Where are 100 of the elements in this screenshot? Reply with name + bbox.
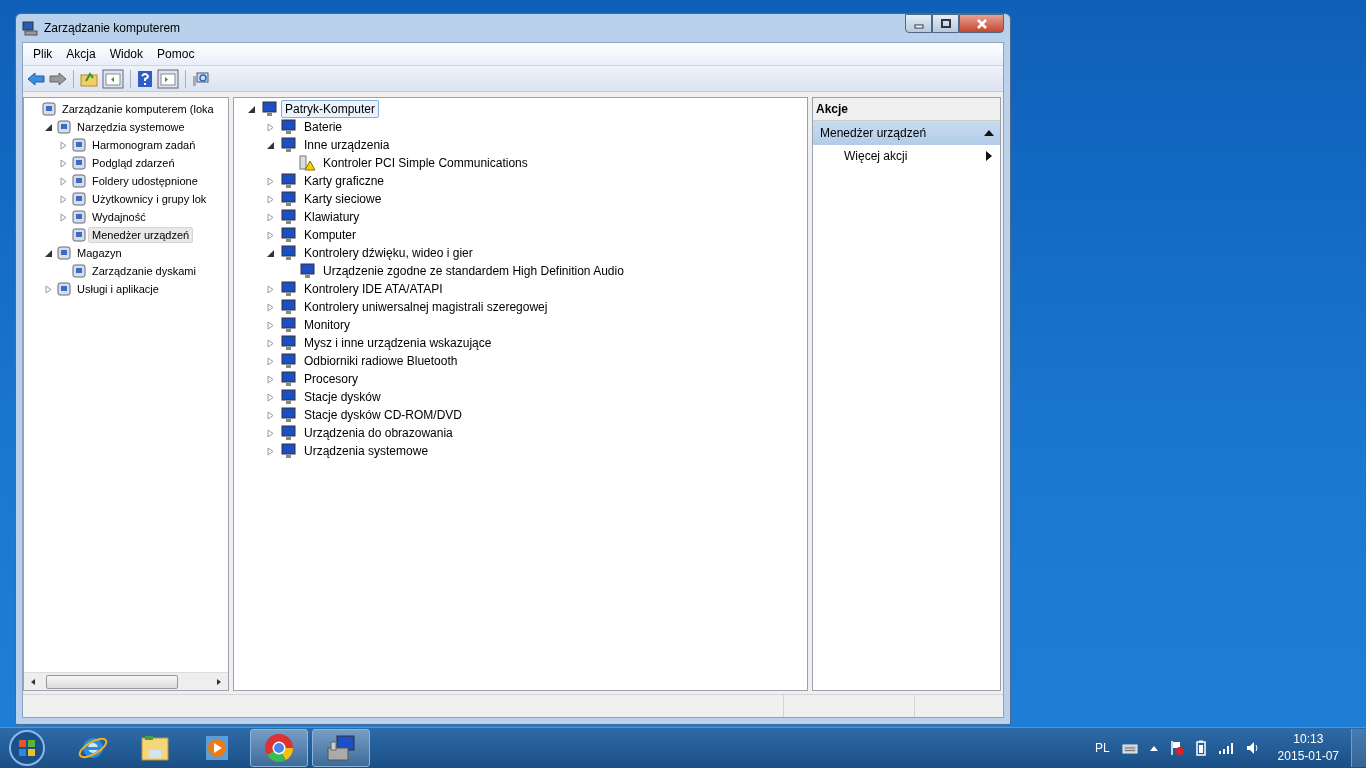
show-desktop-button[interactable] bbox=[1351, 729, 1366, 767]
collapsed-arrow-icon[interactable] bbox=[265, 212, 275, 222]
expanded-arrow-icon[interactable] bbox=[43, 122, 53, 132]
maximize-button[interactable] bbox=[932, 14, 959, 33]
tree-item[interactable]: Baterie bbox=[300, 118, 347, 136]
collapsed-arrow-icon[interactable] bbox=[58, 158, 68, 168]
tree-item[interactable]: Magazyn bbox=[73, 245, 126, 261]
collapsed-arrow-icon[interactable] bbox=[265, 338, 275, 348]
menu-item[interactable]: Widok bbox=[103, 45, 150, 63]
tree-item[interactable]: Zarządzanie dyskami bbox=[88, 263, 200, 279]
minimize-button[interactable] bbox=[905, 14, 932, 33]
action-link[interactable]: Więcej akcji bbox=[844, 149, 908, 163]
collapsed-arrow-icon[interactable] bbox=[265, 230, 275, 240]
collapsed-arrow-icon[interactable] bbox=[265, 410, 275, 420]
tree-item[interactable]: Kontroler PCI Simple Communications bbox=[319, 154, 532, 172]
collapsed-arrow-icon[interactable] bbox=[58, 194, 68, 204]
collapsed-arrow-icon[interactable] bbox=[265, 374, 275, 384]
collapsed-arrow-icon[interactable] bbox=[265, 302, 275, 312]
tree-item[interactable]: Urządzenia do obrazowania bbox=[300, 424, 457, 442]
clock-time[interactable]: 10:13 bbox=[1293, 731, 1324, 748]
collapsed-arrow-icon[interactable] bbox=[265, 428, 275, 438]
folder-up-icon[interactable] bbox=[80, 70, 98, 87]
expanded-arrow-icon[interactable] bbox=[265, 248, 275, 258]
taskbar-app-button[interactable] bbox=[312, 729, 370, 767]
tree-item[interactable]: Karty graficzne bbox=[300, 172, 389, 190]
tree-item[interactable]: Klawiatury bbox=[300, 208, 364, 226]
flag-icon[interactable] bbox=[1169, 740, 1184, 756]
tree-item[interactable]: Komputer bbox=[300, 226, 361, 244]
monitor-icon bbox=[279, 443, 297, 459]
forward-icon[interactable] bbox=[49, 70, 67, 87]
language-indicator[interactable]: PL bbox=[1094, 741, 1110, 755]
help-icon[interactable] bbox=[137, 69, 153, 88]
scroll-left-icon[interactable] bbox=[29, 677, 37, 686]
tree-item[interactable]: Kontrolery uniwersalnej magistrali szeregowej bbox=[300, 298, 552, 316]
tree-item[interactable]: Zarządzanie komputerem (loka bbox=[58, 101, 218, 117]
tree-item[interactable]: Użytkownicy i grupy lok bbox=[88, 191, 211, 207]
tree-item[interactable]: Narzędzia systemowe bbox=[73, 119, 189, 135]
computer-icon bbox=[22, 20, 38, 36]
menu-item[interactable]: Akcja bbox=[60, 45, 102, 63]
tree-item[interactable]: Mysz i inne urządzenia wskazujące bbox=[300, 334, 496, 352]
expanded-arrow-icon[interactable] bbox=[246, 104, 256, 114]
tree-item[interactable]: Odbiorniki radiowe Bluetooth bbox=[300, 352, 462, 370]
collapsed-arrow-icon[interactable] bbox=[265, 284, 275, 294]
pane-toggle-icon[interactable] bbox=[102, 68, 124, 89]
horizontal-scrollbar[interactable] bbox=[24, 672, 228, 690]
tree-item[interactable]: Urządzenie zgodne ze standardem High Definition Audio bbox=[319, 262, 628, 280]
volume-icon[interactable] bbox=[1245, 741, 1260, 755]
monitor-icon bbox=[279, 191, 297, 207]
monitor-icon bbox=[279, 209, 297, 225]
tree-item[interactable]: Kontrolery IDE ATA/ATAPI bbox=[300, 280, 447, 298]
collapsed-arrow-icon[interactable] bbox=[265, 356, 275, 366]
computer-icon bbox=[325, 732, 357, 764]
tree-item[interactable]: Karty sieciowe bbox=[300, 190, 386, 208]
collapsed-arrow-icon[interactable] bbox=[265, 320, 275, 330]
collapsed-arrow-icon[interactable] bbox=[265, 122, 275, 132]
tree-item[interactable]: Stacje dysków bbox=[300, 388, 385, 406]
tree-item[interactable]: Patryk-Komputer bbox=[281, 100, 380, 118]
tree-item[interactable]: Stacje dysków CD-ROM/DVD bbox=[300, 406, 467, 424]
collapsed-arrow-icon[interactable] bbox=[58, 140, 68, 150]
collapse-arrow-icon[interactable] bbox=[984, 129, 994, 137]
collapsed-arrow-icon[interactable] bbox=[43, 284, 53, 294]
monitor-icon bbox=[279, 299, 297, 315]
actions-header: Akcje bbox=[813, 98, 1000, 121]
signal-icon[interactable] bbox=[1217, 742, 1234, 754]
tree-item[interactable]: Inne urządzenia bbox=[300, 136, 394, 154]
start-button[interactable] bbox=[8, 729, 46, 767]
tree-item[interactable]: Kontrolery dźwięku, wideo i gier bbox=[300, 244, 477, 262]
computer-icon[interactable] bbox=[192, 70, 210, 87]
expanded-arrow-icon[interactable] bbox=[265, 140, 275, 150]
tree-item[interactable]: Usługi i aplikacje bbox=[73, 281, 163, 297]
collapsed-arrow-icon[interactable] bbox=[265, 392, 275, 402]
tree-item[interactable]: Wydajność bbox=[88, 209, 150, 225]
monitor-icon bbox=[279, 389, 297, 405]
pane-toggle-icon[interactable] bbox=[157, 68, 179, 89]
collapsed-arrow-icon[interactable] bbox=[265, 176, 275, 186]
clock-date[interactable]: 2015-01-07 bbox=[1277, 748, 1339, 765]
tree-item[interactable]: Foldery udostępnione bbox=[88, 173, 202, 189]
actions-section[interactable]: Menedżer urządzeń bbox=[813, 121, 1000, 145]
taskbar-app-button[interactable] bbox=[250, 729, 308, 767]
monitor-icon bbox=[298, 263, 316, 279]
expanded-arrow-icon[interactable] bbox=[43, 248, 53, 258]
tree-item[interactable]: Monitory bbox=[300, 316, 354, 334]
tree-item[interactable]: Harmonogram zadań bbox=[88, 137, 200, 153]
collapsed-arrow-icon[interactable] bbox=[265, 194, 275, 204]
keyboard-icon[interactable] bbox=[1121, 742, 1138, 754]
scroll-right-icon[interactable] bbox=[215, 677, 223, 686]
back-icon[interactable] bbox=[27, 70, 45, 87]
tree-item[interactable]: Menedżer urządzeń bbox=[88, 227, 194, 243]
collapsed-arrow-icon[interactable] bbox=[265, 446, 275, 456]
collapsed-arrow-icon[interactable] bbox=[58, 212, 68, 222]
collapsed-arrow-icon[interactable] bbox=[58, 176, 68, 186]
battery-icon[interactable] bbox=[1195, 740, 1206, 756]
monitor-icon bbox=[260, 101, 278, 117]
menu-item[interactable]: Plik bbox=[27, 45, 59, 63]
menu-item[interactable]: Pomoc bbox=[151, 45, 201, 63]
tree-item[interactable]: Podgląd zdarzeń bbox=[88, 155, 179, 171]
tree-item[interactable]: Procesory bbox=[300, 370, 363, 388]
tree-item[interactable]: Urządzenia systemowe bbox=[300, 442, 433, 460]
close-button[interactable] bbox=[959, 14, 1004, 33]
show-hidden-icons-icon[interactable] bbox=[1149, 745, 1158, 751]
